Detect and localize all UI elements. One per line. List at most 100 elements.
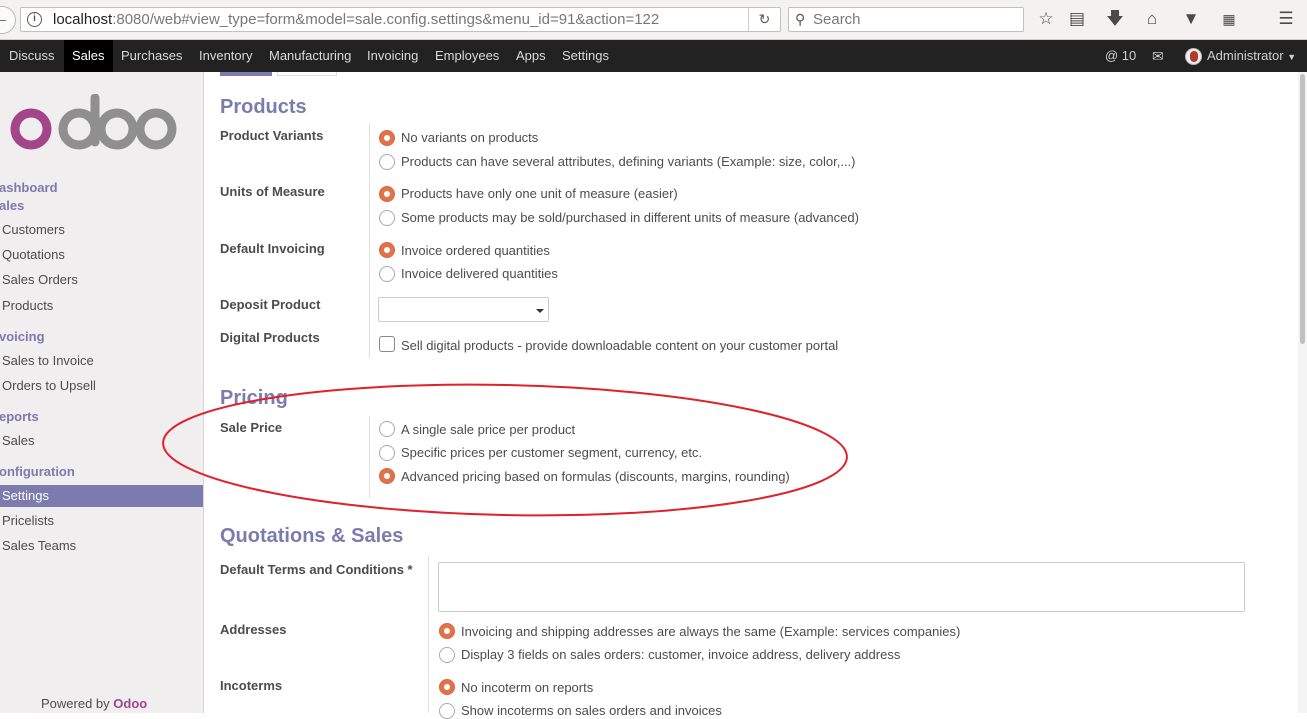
- digital-products-label: Digital Products: [220, 330, 320, 345]
- sidebar-head-invoicing[interactable]: voicing: [0, 329, 45, 344]
- sidebar-item-sales-orders[interactable]: Sales Orders: [0, 269, 203, 291]
- tab-indicator-2: [277, 72, 337, 76]
- incoterms-radio-1[interactable]: [439, 679, 455, 695]
- scrollbar-thumb[interactable]: [1300, 74, 1305, 344]
- download-icon[interactable]: 🡇: [1105, 9, 1125, 29]
- sidebar-item-customers[interactable]: Customers: [0, 219, 203, 241]
- search-placeholder: Search: [813, 11, 861, 28]
- url-text: localhost:8080/web#view_type=form&model=…: [53, 8, 659, 31]
- incoterms-label: Incoterms: [220, 678, 283, 693]
- sidebar-head-sales[interactable]: ales: [0, 198, 24, 213]
- caret-down-icon: ▼: [1287, 52, 1297, 62]
- menu-discuss[interactable]: Discuss: [1, 40, 63, 72]
- url-host: localhost: [53, 11, 113, 28]
- menu-apps[interactable]: Apps: [508, 40, 554, 72]
- product-variants-radio-1[interactable]: [379, 130, 395, 146]
- sidebar-head-reports[interactable]: eports: [0, 409, 39, 424]
- menu-invoicing[interactable]: Invoicing: [359, 40, 426, 72]
- digital-products-option[interactable]: Sell digital products - provide download…: [401, 338, 838, 354]
- url-path: :8080/web#view_type=form&model=sale.conf…: [112, 11, 660, 28]
- incoterms-option-1[interactable]: No incoterm on reports: [461, 680, 593, 696]
- tab-indicator: [220, 72, 272, 76]
- uom-option-2[interactable]: Some products may be sold/purchased in d…: [401, 210, 859, 226]
- user-menu[interactable]: Administrator ▼: [1207, 40, 1296, 72]
- incoterms-radio-2[interactable]: [439, 703, 455, 719]
- sidebar-item-pricelists[interactable]: Pricelists: [0, 510, 203, 532]
- sale-price-radio-2[interactable]: [379, 445, 395, 461]
- invoicing-radio-1[interactable]: [379, 242, 395, 258]
- uom-option-1[interactable]: Products have only one unit of measure (…: [401, 186, 678, 202]
- sale-price-option-1[interactable]: A single sale price per product: [401, 422, 575, 438]
- invoicing-radio-2[interactable]: [379, 266, 395, 282]
- menu-inventory[interactable]: Inventory: [191, 40, 260, 72]
- addresses-option-2[interactable]: Display 3 fields on sales orders: custom…: [461, 647, 900, 663]
- product-variants-option-2[interactable]: Products can have several attributes, de…: [401, 154, 856, 170]
- uom-label: Units of Measure: [220, 184, 325, 199]
- home-icon[interactable]: ⌂: [1142, 9, 1162, 29]
- addresses-option-1[interactable]: Invoicing and shipping addresses are alw…: [461, 624, 960, 640]
- addresses-label: Addresses: [220, 622, 287, 637]
- sidebar-item-settings[interactable]: Settings: [0, 485, 203, 507]
- powered-by-prefix: Powered by: [41, 696, 110, 711]
- product-variants-option-1[interactable]: No variants on products: [401, 130, 538, 146]
- incoterms-option-2[interactable]: Show incoterms on sales orders and invoi…: [461, 703, 722, 719]
- odoo-top-menu: Discuss Sales Purchases Inventory Manufa…: [0, 40, 1307, 72]
- extension-icon[interactable]: ▦: [1219, 9, 1239, 29]
- sidebar-item-products[interactable]: Products: [0, 295, 203, 317]
- terms-textarea[interactable]: [438, 562, 1245, 612]
- sidebar-head-dashboard[interactable]: ashboard: [0, 180, 58, 195]
- addresses-radio-2[interactable]: [439, 647, 455, 663]
- info-icon[interactable]: i: [27, 12, 42, 27]
- pocket-icon[interactable]: ▼: [1181, 9, 1201, 29]
- sidebar: ashboard ales Customers Quotations Sales…: [0, 72, 204, 713]
- menu-sales[interactable]: Sales: [64, 40, 113, 72]
- products-divider: [369, 124, 370, 358]
- reading-list-icon[interactable]: ▤: [1067, 9, 1087, 29]
- invoicing-option-1[interactable]: Invoice ordered quantities: [401, 243, 550, 259]
- sale-price-option-3[interactable]: Advanced pricing based on formulas (disc…: [401, 469, 790, 485]
- menu-employees[interactable]: Employees: [427, 40, 507, 72]
- sidebar-item-sales-teams[interactable]: Sales Teams: [0, 535, 203, 557]
- deposit-product-select[interactable]: [378, 297, 549, 322]
- deposit-product-label: Deposit Product: [220, 297, 321, 312]
- sale-price-label: Sale Price: [220, 420, 283, 435]
- section-products-title: Products: [220, 96, 307, 118]
- hamburger-menu-icon[interactable]: ☰: [1276, 9, 1296, 29]
- section-quotations-title: Quotations & Sales: [220, 525, 404, 547]
- arrow-left-icon: ←: [0, 10, 9, 27]
- powered-by: Powered by Odoo: [41, 696, 147, 711]
- invoicing-option-2[interactable]: Invoice delivered quantities: [401, 266, 558, 282]
- sale-price-radio-3[interactable]: [379, 468, 395, 484]
- menu-manufacturing[interactable]: Manufacturing: [261, 40, 359, 72]
- terms-label: Default Terms and Conditions *: [220, 562, 413, 577]
- back-button[interactable]: ←: [0, 6, 16, 34]
- browser-toolbar: ← i localhost:8080/web#view_type=form&mo…: [0, 0, 1307, 40]
- sidebar-head-configuration[interactable]: onfiguration: [0, 464, 75, 479]
- quotations-divider: [428, 556, 429, 713]
- sale-price-radio-1[interactable]: [379, 421, 395, 437]
- product-variants-radio-2[interactable]: [379, 154, 395, 170]
- sidebar-item-sales-to-invoice[interactable]: Sales to Invoice: [0, 350, 203, 372]
- chat-icon[interactable]: ✉: [1152, 40, 1164, 72]
- sidebar-item-orders-to-upsell[interactable]: Orders to Upsell: [0, 375, 203, 397]
- sale-price-option-2[interactable]: Specific prices per customer segment, cu…: [401, 445, 702, 461]
- powered-by-brand[interactable]: Odoo: [113, 696, 147, 711]
- sidebar-item-quotations[interactable]: Quotations: [0, 244, 203, 266]
- scrollbar[interactable]: [1298, 72, 1307, 713]
- bookmark-star-icon[interactable]: ☆: [1036, 9, 1056, 29]
- mentions-counter[interactable]: @ 10: [1105, 40, 1136, 72]
- digital-products-checkbox[interactable]: [379, 336, 395, 352]
- browser-search-input[interactable]: ⚲ Search: [788, 7, 1024, 32]
- menu-settings[interactable]: Settings: [554, 40, 617, 72]
- uom-radio-2[interactable]: [379, 210, 395, 226]
- sidebar-item-reports-sales[interactable]: Sales: [0, 430, 203, 452]
- odoo-logo[interactable]: [10, 94, 180, 154]
- menu-purchases[interactable]: Purchases: [113, 40, 190, 72]
- address-bar[interactable]: i localhost:8080/web#view_type=form&mode…: [20, 7, 781, 32]
- reload-icon[interactable]: ↻: [748, 8, 780, 31]
- user-avatar[interactable]: [1185, 48, 1202, 65]
- user-name: Administrator: [1207, 48, 1284, 63]
- default-invoicing-label: Default Invoicing: [220, 241, 325, 256]
- addresses-radio-1[interactable]: [439, 623, 455, 639]
- uom-radio-1[interactable]: [379, 186, 395, 202]
